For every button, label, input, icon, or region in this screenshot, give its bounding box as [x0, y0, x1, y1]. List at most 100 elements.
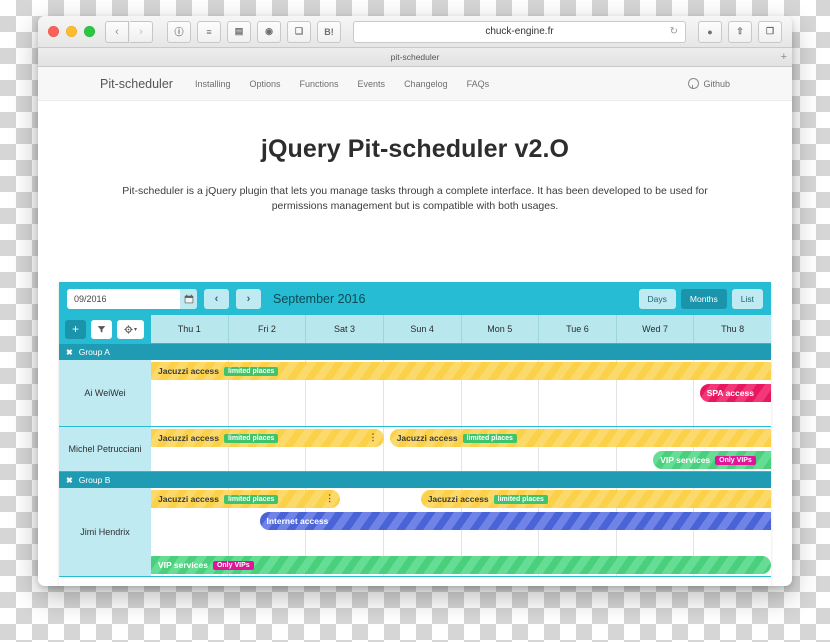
record-icon[interactable]: ◉ — [257, 20, 281, 43]
task-bar[interactable]: Jacuzzi access limited places — [389, 429, 771, 447]
task-bar[interactable]: Jacuzzi access limited places ⋮ — [151, 429, 384, 447]
brand-title[interactable]: Pit-scheduler — [100, 77, 173, 91]
person-name[interactable]: Michel Petrucciani — [59, 427, 151, 471]
new-tab-button[interactable]: + — [781, 51, 787, 63]
github-link[interactable]: Github — [688, 78, 730, 89]
person-name[interactable]: Ai WeiWei — [59, 360, 151, 426]
status-badge: limited places — [462, 433, 517, 443]
group-name: Group B — [78, 475, 111, 485]
task-lane: Jacuzzi access limited places ⋮ Jacuzzi acc… — [151, 488, 771, 510]
group-row[interactable]: ✖ Group B — [59, 472, 771, 488]
next-month-button[interactable]: › — [236, 288, 261, 309]
status-badge: Only VIPs — [715, 455, 756, 465]
task-menu-icon[interactable]: ⋮ — [325, 494, 334, 503]
task-title: Internet access — [266, 516, 329, 526]
prev-month-button[interactable]: ‹ — [204, 288, 229, 309]
nav-link-changelog[interactable]: Changelog — [404, 79, 448, 89]
group-row[interactable]: ✖ Group A — [59, 344, 771, 360]
navigation-buttons[interactable]: ‹ › — [105, 20, 153, 43]
task-title: Jacuzzi access — [396, 433, 458, 443]
forward-button[interactable]: › — [130, 20, 153, 43]
close-window-button[interactable] — [48, 26, 59, 37]
scheduler-toolbar: ‹ › September 2016 Days Months List — [59, 282, 771, 315]
tabs-icon[interactable]: ❐ — [758, 20, 782, 43]
task-lane — [151, 532, 771, 554]
browser-titlebar: ‹ › ⓘ ≡ ▤ ◉ ❑ B! chuck-engine.fr ↻ ● ⇧ ❐ — [38, 16, 792, 48]
nav-link-functions[interactable]: Functions — [300, 79, 339, 89]
info-icon[interactable]: ⓘ — [167, 20, 191, 43]
task-bar[interactable]: Jacuzzi access limited places — [151, 362, 771, 380]
task-bar[interactable]: VIP services Only VIPs — [653, 451, 771, 469]
nav-link-installing[interactable]: Installing — [195, 79, 231, 89]
share-icon[interactable]: ⇧ — [728, 20, 752, 43]
task-bar[interactable]: Jacuzzi access limited places — [420, 490, 771, 508]
person-track[interactable]: Jacuzzi access limited places ⋮ Jacuzzi acc… — [151, 427, 771, 471]
task-lane: VIP services Only VIPs — [151, 554, 771, 576]
task-lanes: Jacuzzi access limited places ⋮ Jacuzzi acc… — [151, 488, 771, 576]
task-title: Jacuzzi access — [158, 433, 219, 443]
column-header-sat-3[interactable]: Sat 3 — [305, 315, 383, 343]
view-list-button[interactable]: List — [731, 288, 763, 309]
page-title: jQuery Pit-scheduler v2.O — [260, 135, 570, 163]
view-months-button[interactable]: Months — [680, 288, 727, 309]
back-button[interactable]: ‹ — [105, 20, 129, 43]
date-input[interactable] — [72, 292, 180, 305]
column-header-mon-5[interactable]: Mon 5 — [460, 315, 539, 343]
chevron-down-icon: ▾ — [133, 326, 137, 333]
window-icon[interactable]: ▤ — [227, 20, 251, 43]
column-header-fri-2[interactable]: Fri 2 — [227, 315, 306, 343]
page-content: Pit-scheduler Installing Options Functio… — [38, 67, 792, 586]
task-title: VIP services — [660, 455, 711, 465]
minimize-window-button[interactable] — [66, 26, 77, 37]
bang-icon[interactable]: B! — [317, 20, 341, 43]
person-track[interactable]: Jacuzzi access limited places ⋮ Jacuzzi acc… — [151, 488, 771, 576]
task-title: Jacuzzi access — [158, 494, 219, 504]
task-bar[interactable]: Internet access — [259, 512, 771, 530]
github-label: Github — [703, 78, 730, 89]
window-controls[interactable] — [48, 26, 95, 37]
task-lane: Internet access — [151, 510, 771, 532]
layers-icon[interactable]: ≡ — [197, 20, 221, 43]
date-input-wrapper[interactable] — [67, 288, 197, 309]
address-bar[interactable]: chuck-engine.fr ↻ — [353, 20, 686, 43]
add-task-button[interactable]: + — [65, 319, 86, 339]
close-icon[interactable]: ✖ — [66, 476, 73, 485]
column-header-wed-7[interactable]: Wed 7 — [615, 315, 694, 343]
calendar-icon[interactable] — [180, 288, 197, 309]
github-icon — [688, 78, 700, 89]
view-mode-buttons[interactable]: Days Months List — [638, 288, 763, 309]
settings-button[interactable]: ▾ — [117, 319, 144, 339]
task-bar[interactable]: VIP services Only VIPs — [151, 556, 771, 574]
task-bar[interactable]: SPA access — [699, 384, 771, 402]
scheduler-tools: + ▾ — [59, 315, 151, 343]
column-header-tue-6[interactable]: Tue 6 — [538, 315, 616, 343]
bookmark-toolbar[interactable]: ⓘ ≡ ▤ ◉ ❑ B! — [167, 20, 341, 43]
url-text: chuck-engine.fr — [485, 26, 554, 37]
right-toolbar[interactable]: ● ⇧ ❐ — [698, 20, 782, 43]
reader-icon[interactable]: ● — [698, 20, 722, 43]
close-icon[interactable]: ✖ — [66, 348, 73, 357]
current-month-label: September 2016 — [273, 291, 366, 306]
status-badge: limited places — [223, 494, 279, 504]
person-track[interactable]: Jacuzzi access limited places SPA access — [151, 360, 771, 426]
column-header-thu-1[interactable]: Thu 1 — [151, 315, 228, 343]
copy-icon[interactable]: ❑ — [287, 20, 311, 43]
filter-button[interactable] — [91, 319, 112, 339]
task-menu-icon[interactable]: ⋮ — [369, 433, 378, 442]
status-badge: limited places — [223, 366, 279, 376]
table-row: Michel Petrucciani Jacuzzi access limited … — [59, 427, 771, 472]
column-header-thu-8[interactable]: Thu 8 — [693, 315, 771, 343]
nav-link-options[interactable]: Options — [249, 79, 280, 89]
view-days-button[interactable]: Days — [638, 288, 676, 309]
task-lanes: Jacuzzi access limited places SPA access — [151, 360, 771, 426]
page-description: Pit-scheduler is a jQuery plugin that le… — [122, 185, 708, 213]
tab-pit-scheduler[interactable]: pit-scheduler — [391, 52, 440, 62]
maximize-window-button[interactable] — [84, 26, 95, 37]
column-header-sun-4[interactable]: Sun 4 — [382, 315, 461, 343]
person-name[interactable]: Jimi Hendrix — [59, 488, 151, 576]
reload-icon[interactable]: ↻ — [670, 26, 678, 37]
task-bar[interactable]: Jacuzzi access limited places ⋮ — [151, 490, 341, 508]
nav-link-faqs[interactable]: FAQs — [467, 79, 490, 89]
task-lane — [151, 404, 771, 426]
nav-link-events[interactable]: Events — [358, 79, 386, 89]
